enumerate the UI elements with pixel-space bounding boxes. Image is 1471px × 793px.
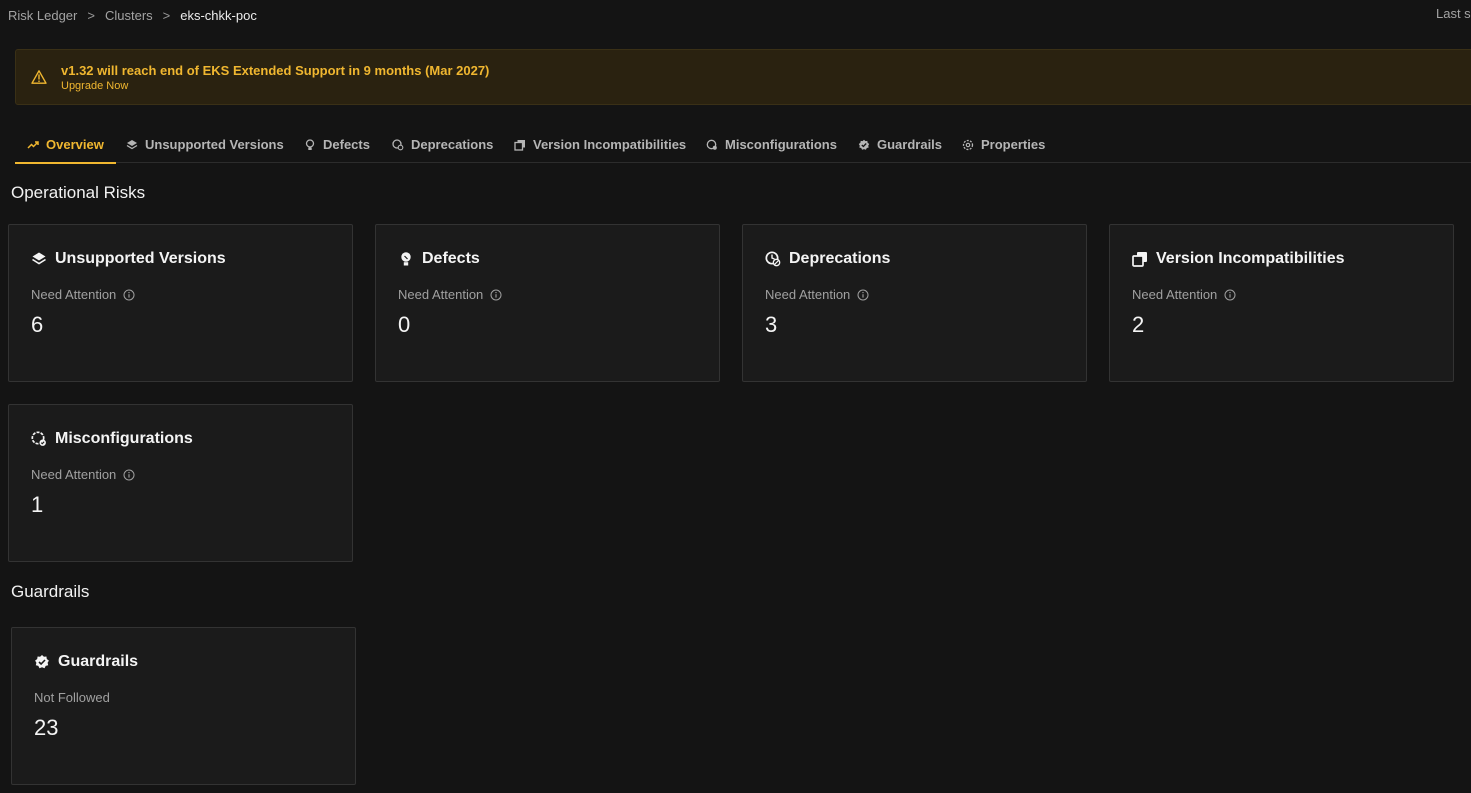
shield-check-icon [35, 655, 49, 669]
upgrade-now-link[interactable]: Upgrade Now [61, 80, 128, 92]
breadcrumb-risk-ledger[interactable]: Risk Ledger [8, 8, 77, 23]
warning-triangle-icon [31, 70, 47, 84]
support-warning-banner: v1.32 will reach end of EKS Extended Sup… [15, 49, 1471, 105]
tab-label: Guardrails [877, 137, 943, 152]
risk-ledger-page: Risk Ledger > Clusters > eks-chkk-poc La… [0, 0, 1471, 793]
defects-card[interactable]: Defects Need Attention 0 [375, 224, 720, 382]
card-subtitle: Need Attention [31, 287, 117, 302]
card-title: Unsupported Versions [55, 250, 226, 267]
gear-check-icon [706, 139, 717, 150]
card-subtitle: Need Attention [765, 287, 851, 302]
breadcrumb: Risk Ledger > Clusters > eks-chkk-poc [8, 6, 257, 24]
breadcrumb-current: eks-chkk-poc [180, 7, 257, 23]
breadcrumb-clusters[interactable]: Clusters [105, 8, 153, 23]
bulb-icon [401, 252, 411, 266]
tab-label: Defects [323, 137, 370, 152]
shield-check-icon [858, 139, 870, 150]
info-icon[interactable] [490, 289, 502, 301]
info-icon[interactable] [1224, 289, 1236, 301]
tab-label: Deprecations [411, 137, 494, 152]
info-icon[interactable] [857, 289, 869, 301]
tab-label: Properties [981, 137, 1046, 152]
deprecations-card[interactable]: Deprecations Need Attention 3 [742, 224, 1087, 382]
copy-icon [1132, 252, 1147, 267]
tab-label: Version Incompatibilities [533, 137, 687, 152]
clock-ban-icon [765, 251, 781, 267]
banner-message: v1.32 will reach end of EKS Extended Sup… [61, 63, 490, 78]
copy-icon [514, 139, 525, 151]
card-subtitle: Need Attention [398, 287, 484, 302]
version-incompatibilities-card[interactable]: Version Incompatibilities Need Attention… [1109, 224, 1454, 382]
tab-label: Misconfigurations [725, 137, 837, 152]
tab-label: Overview [46, 137, 104, 152]
tab-label: Unsupported Versions [145, 137, 284, 152]
tab-version-incompatibilities[interactable]: Version Incompatibilities [514, 126, 686, 163]
trend-icon [27, 140, 39, 149]
breadcrumb-separator-icon: > [162, 7, 171, 23]
guardrails-heading: Guardrails [11, 582, 90, 601]
card-count: 23 [34, 715, 59, 740]
tab-bar: Overview Unsupported Versions Defects De… [15, 126, 1471, 164]
bulb-icon [305, 138, 315, 150]
card-count: 0 [398, 312, 411, 337]
tab-deprecations[interactable]: Deprecations [392, 126, 493, 163]
guardrails-card[interactable]: Guardrails Not Followed 23 [11, 627, 356, 785]
misconfigurations-card[interactable]: Misconfigurations Need Attention 1 [8, 404, 353, 562]
tab-unsupported-versions[interactable]: Unsupported Versions [126, 126, 284, 163]
breadcrumb-separator-icon: > [87, 7, 95, 23]
tab-overview[interactable]: Overview [15, 126, 116, 164]
card-count: 6 [31, 312, 44, 337]
card-subtitle: Not Followed [34, 690, 110, 705]
clock-ban-icon [392, 138, 404, 150]
card-title: Defects [422, 250, 480, 267]
card-subtitle: Need Attention [31, 467, 117, 482]
operational-risks-heading: Operational Risks [11, 183, 146, 202]
gear-check-icon [31, 431, 46, 446]
info-icon[interactable] [123, 469, 135, 481]
card-count: 2 [1132, 312, 1145, 337]
tab-guardrails[interactable]: Guardrails [858, 126, 942, 163]
tab-defects[interactable]: Defects [304, 126, 370, 163]
last-sync-text: Last s [1436, 6, 1471, 21]
card-title: Misconfigurations [55, 430, 193, 447]
tab-properties[interactable]: Properties [962, 126, 1045, 163]
info-icon[interactable] [123, 289, 135, 301]
stack-icon [32, 252, 46, 265]
tab-misconfigurations[interactable]: Misconfigurations [706, 126, 837, 163]
card-title: Version Incompatibilities [1156, 250, 1345, 267]
card-title: Deprecations [789, 250, 891, 267]
card-subtitle: Need Attention [1132, 287, 1218, 302]
settings-icon [962, 139, 974, 150]
stack-icon [126, 139, 138, 149]
card-title: Guardrails [58, 653, 139, 670]
card-count: 1 [31, 492, 44, 517]
unsupported-versions-card[interactable]: Unsupported Versions Need Attention 6 [8, 224, 353, 382]
card-count: 3 [765, 312, 778, 337]
